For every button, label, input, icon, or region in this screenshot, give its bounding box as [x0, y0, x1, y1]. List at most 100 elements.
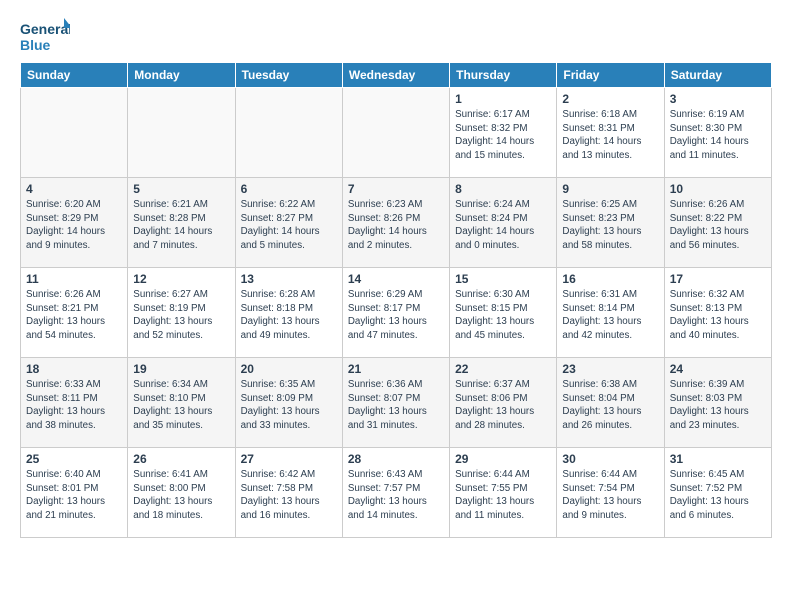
- calendar-cell: 1 Sunrise: 6:17 AM Sunset: 8:32 PM Daylig…: [450, 88, 557, 178]
- calendar-cell: 27Sunrise: 6:42 AM Sunset: 7:58 PM Dayli…: [235, 448, 342, 538]
- day-info: Sunrise: 6:38 AM Sunset: 8:04 PM Dayligh…: [562, 378, 658, 433]
- calendar-week-row: 4 Sunrise: 6:20 AM Sunset: 8:29 PM Daylig…: [21, 178, 772, 268]
- day-info: Sunrise: 6:44 AM Sunset: 7:54 PM Dayligh…: [562, 468, 658, 523]
- column-header-saturday: Saturday: [664, 63, 771, 88]
- day-info: Sunrise: 6:28 AM Sunset: 8:18 PM Dayligh…: [241, 288, 337, 343]
- day-info: Sunrise: 6:20 AM Sunset: 8:29 PM Dayligh…: [26, 198, 122, 253]
- day-info: Sunrise: 6:41 AM Sunset: 8:00 PM Dayligh…: [133, 468, 229, 523]
- day-info: Sunrise: 6:26 AM Sunset: 8:22 PM Dayligh…: [670, 198, 766, 253]
- calendar-cell: 6 Sunrise: 6:22 AM Sunset: 8:27 PM Daylig…: [235, 178, 342, 268]
- calendar-cell: [128, 88, 235, 178]
- day-info: Sunrise: 6:35 AM Sunset: 8:09 PM Dayligh…: [241, 378, 337, 433]
- day-number: 9: [562, 182, 658, 196]
- day-number: 31: [670, 452, 766, 466]
- day-number: 24: [670, 362, 766, 376]
- day-info: Sunrise: 6:30 AM Sunset: 8:15 PM Dayligh…: [455, 288, 551, 343]
- calendar-cell: 4 Sunrise: 6:20 AM Sunset: 8:29 PM Daylig…: [21, 178, 128, 268]
- calendar-cell: 19Sunrise: 6:34 AM Sunset: 8:10 PM Dayli…: [128, 358, 235, 448]
- calendar-cell: 8Sunrise: 6:24 AM Sunset: 8:24 PM Daylig…: [450, 178, 557, 268]
- day-info: Sunrise: 6:43 AM Sunset: 7:57 PM Dayligh…: [348, 468, 444, 523]
- day-number: 17: [670, 272, 766, 286]
- day-number: 4: [26, 182, 122, 196]
- day-number: 15: [455, 272, 551, 286]
- calendar-table: SundayMondayTuesdayWednesdayThursdayFrid…: [20, 62, 772, 538]
- day-number: 10: [670, 182, 766, 196]
- calendar-cell: 26 Sunrise: 6:41 AM Sunset: 8:00 PM Dayli…: [128, 448, 235, 538]
- calendar-cell: 5Sunrise: 6:21 AM Sunset: 8:28 PM Daylig…: [128, 178, 235, 268]
- day-number: 11: [26, 272, 122, 286]
- calendar-cell: 7Sunrise: 6:23 AM Sunset: 8:26 PM Daylig…: [342, 178, 449, 268]
- column-header-friday: Friday: [557, 63, 664, 88]
- calendar-cell: 29Sunrise: 6:44 AM Sunset: 7:55 PM Dayli…: [450, 448, 557, 538]
- day-info: Sunrise: 6:25 AM Sunset: 8:23 PM Dayligh…: [562, 198, 658, 253]
- calendar-header-row: SundayMondayTuesdayWednesdayThursdayFrid…: [21, 63, 772, 88]
- day-info: Sunrise: 6:40 AM Sunset: 8:01 PM Dayligh…: [26, 468, 122, 523]
- calendar-body: 1 Sunrise: 6:17 AM Sunset: 8:32 PM Daylig…: [21, 88, 772, 538]
- calendar-week-row: 18Sunrise: 6:33 AM Sunset: 8:11 PM Dayli…: [21, 358, 772, 448]
- day-info: Sunrise: 6:29 AM Sunset: 8:17 PM Dayligh…: [348, 288, 444, 343]
- calendar-cell: 18Sunrise: 6:33 AM Sunset: 8:11 PM Dayli…: [21, 358, 128, 448]
- day-info: Sunrise: 6:27 AM Sunset: 8:19 PM Dayligh…: [133, 288, 229, 343]
- column-header-wednesday: Wednesday: [342, 63, 449, 88]
- calendar-cell: 13 Sunrise: 6:28 AM Sunset: 8:18 PM Dayli…: [235, 268, 342, 358]
- day-info: Sunrise: 6:37 AM Sunset: 8:06 PM Dayligh…: [455, 378, 551, 433]
- calendar-cell: [342, 88, 449, 178]
- day-info: Sunrise: 6:18 AM Sunset: 8:31 PM Dayligh…: [562, 108, 658, 163]
- calendar-cell: 3 Sunrise: 6:19 AM Sunset: 8:30 PM Daylig…: [664, 88, 771, 178]
- page-header: General Blue: [20, 16, 772, 56]
- day-number: 26: [133, 452, 229, 466]
- day-number: 14: [348, 272, 444, 286]
- day-info: Sunrise: 6:23 AM Sunset: 8:26 PM Dayligh…: [348, 198, 444, 253]
- logo-svg: General Blue: [20, 16, 70, 56]
- calendar-week-row: 1 Sunrise: 6:17 AM Sunset: 8:32 PM Daylig…: [21, 88, 772, 178]
- day-number: 30: [562, 452, 658, 466]
- column-header-thursday: Thursday: [450, 63, 557, 88]
- day-info: Sunrise: 6:45 AM Sunset: 7:52 PM Dayligh…: [670, 468, 766, 523]
- day-info: Sunrise: 6:19 AM Sunset: 8:30 PM Dayligh…: [670, 108, 766, 163]
- calendar-cell: 30 Sunrise: 6:44 AM Sunset: 7:54 PM Dayli…: [557, 448, 664, 538]
- day-number: 18: [26, 362, 122, 376]
- day-number: 21: [348, 362, 444, 376]
- day-number: 12: [133, 272, 229, 286]
- calendar-cell: 31 Sunrise: 6:45 AM Sunset: 7:52 PM Dayli…: [664, 448, 771, 538]
- calendar-cell: 2 Sunrise: 6:18 AM Sunset: 8:31 PM Daylig…: [557, 88, 664, 178]
- calendar-cell: 28Sunrise: 6:43 AM Sunset: 7:57 PM Dayli…: [342, 448, 449, 538]
- day-number: 29: [455, 452, 551, 466]
- svg-text:General: General: [20, 21, 70, 37]
- calendar-cell: 21 Sunrise: 6:36 AM Sunset: 8:07 PM Dayli…: [342, 358, 449, 448]
- calendar-week-row: 11 Sunrise: 6:26 AM Sunset: 8:21 PM Dayli…: [21, 268, 772, 358]
- calendar-cell: 23 Sunrise: 6:38 AM Sunset: 8:04 PM Dayli…: [557, 358, 664, 448]
- day-info: Sunrise: 6:17 AM Sunset: 8:32 PM Dayligh…: [455, 108, 551, 163]
- day-number: 13: [241, 272, 337, 286]
- calendar-cell: 17Sunrise: 6:32 AM Sunset: 8:13 PM Dayli…: [664, 268, 771, 358]
- day-number: 6: [241, 182, 337, 196]
- day-info: Sunrise: 6:26 AM Sunset: 8:21 PM Dayligh…: [26, 288, 122, 343]
- day-number: 27: [241, 452, 337, 466]
- calendar-week-row: 25 Sunrise: 6:40 AM Sunset: 8:01 PM Dayli…: [21, 448, 772, 538]
- day-number: 16: [562, 272, 658, 286]
- day-info: Sunrise: 6:36 AM Sunset: 8:07 PM Dayligh…: [348, 378, 444, 433]
- column-header-monday: Monday: [128, 63, 235, 88]
- day-info: Sunrise: 6:31 AM Sunset: 8:14 PM Dayligh…: [562, 288, 658, 343]
- day-info: Sunrise: 6:22 AM Sunset: 8:27 PM Dayligh…: [241, 198, 337, 253]
- day-number: 3: [670, 92, 766, 106]
- calendar-cell: 25 Sunrise: 6:40 AM Sunset: 8:01 PM Dayli…: [21, 448, 128, 538]
- day-number: 2: [562, 92, 658, 106]
- day-number: 8: [455, 182, 551, 196]
- calendar-cell: 15 Sunrise: 6:30 AM Sunset: 8:15 PM Dayli…: [450, 268, 557, 358]
- day-number: 23: [562, 362, 658, 376]
- day-info: Sunrise: 6:39 AM Sunset: 8:03 PM Dayligh…: [670, 378, 766, 433]
- day-number: 20: [241, 362, 337, 376]
- calendar-cell: 24 Sunrise: 6:39 AM Sunset: 8:03 PM Dayli…: [664, 358, 771, 448]
- day-info: Sunrise: 6:21 AM Sunset: 8:28 PM Dayligh…: [133, 198, 229, 253]
- logo: General Blue: [20, 16, 70, 56]
- svg-text:Blue: Blue: [20, 37, 51, 53]
- calendar-cell: 11 Sunrise: 6:26 AM Sunset: 8:21 PM Dayli…: [21, 268, 128, 358]
- calendar-cell: 16 Sunrise: 6:31 AM Sunset: 8:14 PM Dayli…: [557, 268, 664, 358]
- day-number: 19: [133, 362, 229, 376]
- day-number: 25: [26, 452, 122, 466]
- calendar-cell: 22 Sunrise: 6:37 AM Sunset: 8:06 PM Dayli…: [450, 358, 557, 448]
- calendar-cell: 20 Sunrise: 6:35 AM Sunset: 8:09 PM Dayli…: [235, 358, 342, 448]
- day-number: 1: [455, 92, 551, 106]
- day-number: 22: [455, 362, 551, 376]
